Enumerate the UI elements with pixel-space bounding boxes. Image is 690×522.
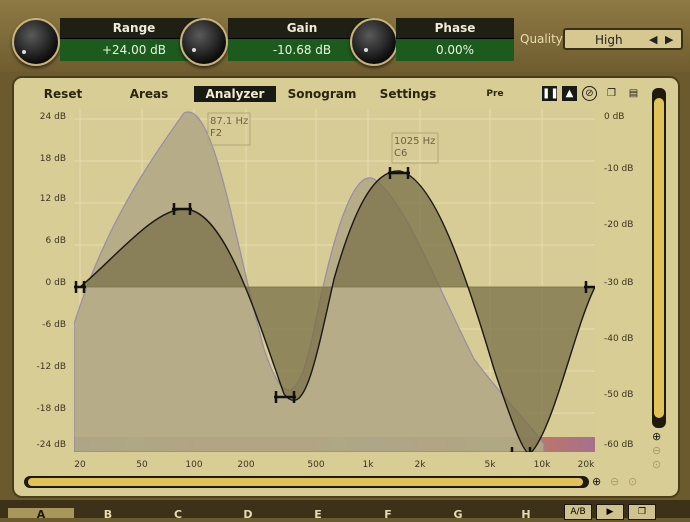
preset-tab-f[interactable]: F [376, 508, 400, 521]
horizontal-scrollbar[interactable] [24, 476, 589, 488]
y-tick-right: 0 dB [604, 112, 625, 122]
x-tick: 20k [577, 460, 595, 470]
y-tick-right: -50 dB [604, 390, 634, 400]
y-tick-left: -6 dB [42, 320, 66, 330]
phase-knob[interactable] [350, 18, 398, 66]
x-tick: 50 [136, 460, 148, 470]
y-tick-left: 18 dB [39, 154, 66, 164]
annotation-freq: 87.1 Hz [210, 116, 249, 127]
y-tick-right: -40 dB [604, 334, 634, 344]
annotation-freq: 1025 Hz [394, 136, 436, 147]
x-tick: 500 [307, 460, 325, 470]
x-tick: 1k [362, 460, 374, 470]
range-knob[interactable] [12, 18, 60, 66]
y-tick-right: -30 dB [604, 278, 634, 288]
zoom-out-icon[interactable]: ⊖ [652, 444, 661, 457]
annotation-1025hz: 1025 Hz C6 [394, 136, 435, 160]
eq-curve-plot[interactable]: 87.1 Hz F2 1025 Hz C6 [74, 109, 595, 452]
preset-tab-b[interactable]: B [96, 508, 120, 521]
annotation-note: C6 [394, 148, 408, 159]
tab-reset[interactable]: Reset [38, 86, 88, 102]
x-tick: 10k [533, 460, 551, 470]
disable-icon[interactable]: ⊘ [582, 86, 597, 101]
h-zoom-out-icon[interactable]: ⊖ [610, 475, 619, 488]
preset-tab-h[interactable]: H [514, 508, 538, 521]
x-tick: 200 [237, 460, 255, 470]
annotation-note: F2 [210, 128, 223, 139]
preset-tab-a[interactable]: A [8, 508, 74, 521]
h-zoom-reset-icon[interactable]: ⊙ [628, 475, 637, 488]
preset-tab-g[interactable]: G [446, 508, 470, 521]
x-tick: 2k [414, 460, 426, 470]
copy-icon[interactable]: ❐ [604, 86, 619, 101]
equalizer-panel: Reset Areas Analyzer Sonogram Settings P… [12, 76, 680, 498]
y-tick-left: 6 dB [45, 236, 66, 246]
quality-select[interactable]: High ◀ ▶ [563, 28, 683, 50]
y-tick-right: -60 dB [604, 440, 634, 450]
y-tick-right: -10 dB [604, 164, 634, 174]
y-tick-left: -18 dB [36, 404, 66, 414]
pause-icon[interactable]: ❚❚ [542, 86, 559, 101]
freeze-icon[interactable]: ▲ [562, 86, 577, 101]
gain-knob[interactable] [180, 18, 228, 66]
vertical-scrollbar[interactable] [652, 88, 666, 428]
prev-arrow-icon[interactable]: ◀ [649, 29, 657, 51]
tab-sonogram[interactable]: Sonogram [286, 86, 358, 102]
zoom-in-icon[interactable]: ⊕ [652, 430, 661, 443]
x-tick: 20 [74, 460, 86, 470]
y-tick-left: -12 dB [36, 362, 66, 372]
x-tick: 5k [484, 460, 496, 470]
preset-tab-e[interactable]: E [306, 508, 330, 521]
horizontal-scroll-thumb[interactable] [28, 478, 583, 486]
tab-areas[interactable]: Areas [124, 86, 174, 102]
top-control-strip: Range +24.00 dB Gain -10.68 dB Phase 0.0… [0, 0, 690, 72]
paste-icon[interactable]: ▤ [626, 86, 641, 101]
preset-bar: A B C D E F G H A/B ▶ ❐ [0, 500, 690, 521]
y-tick-left: 12 dB [39, 194, 66, 204]
preset-tab-c[interactable]: C [166, 508, 190, 521]
tab-settings[interactable]: Settings [378, 86, 438, 102]
h-zoom-in-icon[interactable]: ⊕ [592, 475, 601, 488]
vertical-scroll-thumb[interactable] [654, 98, 664, 418]
y-tick-left: 0 dB [45, 278, 66, 288]
phase-value[interactable]: 0.00% [396, 38, 514, 61]
phase-title: Phase [396, 18, 514, 38]
phase-control[interactable]: Phase 0.00% [396, 18, 514, 62]
pre-toggle[interactable]: Pre [480, 86, 510, 102]
quality-label: Quality [520, 32, 563, 46]
y-tick-left: 24 dB [39, 112, 66, 122]
x-tick: 100 [185, 460, 203, 470]
zoom-reset-icon[interactable]: ⊙ [652, 458, 661, 471]
y-tick-right: -20 dB [604, 220, 634, 230]
y-tick-left: -24 dB [36, 440, 66, 450]
tab-analyzer[interactable]: Analyzer [194, 86, 276, 102]
next-arrow-icon[interactable]: ▶ [665, 29, 673, 51]
annotation-87hz: 87.1 Hz F2 [210, 116, 248, 140]
eq-curve-svg [74, 109, 595, 452]
tab-bar: Reset Areas Analyzer Sonogram Settings P… [14, 86, 678, 104]
quality-value: High [595, 33, 623, 47]
preset-tab-d[interactable]: D [236, 508, 260, 521]
